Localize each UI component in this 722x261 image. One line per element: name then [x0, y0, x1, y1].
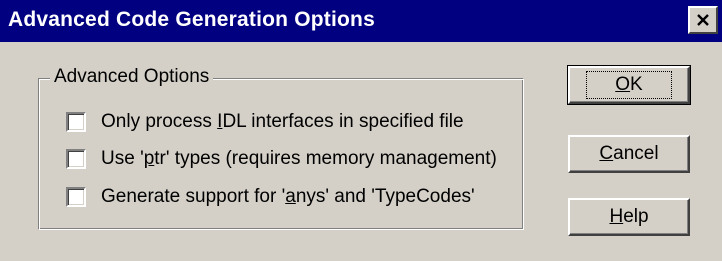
ok-button-label: OK	[586, 71, 672, 99]
cancel-button-label: Cancel	[599, 143, 659, 164]
checkbox-generate-anys-typecodes[interactable]	[66, 187, 86, 207]
cancel-button[interactable]: Cancel	[568, 135, 690, 173]
advanced-options-dialog: Advanced Code Generation Options Advance…	[0, 0, 722, 261]
help-button-label: Help	[609, 206, 649, 227]
option-label: Generate support for 'anys' and 'TypeCod…	[101, 186, 475, 207]
window-title: Advanced Code Generation Options	[8, 8, 375, 31]
option-generate-anys-typecodes[interactable]: Generate support for 'anys' and 'TypeCod…	[66, 184, 475, 210]
close-icon	[697, 14, 709, 26]
checkbox-only-process-idl[interactable]	[66, 112, 86, 132]
option-label: Use 'ptr' types (requires memory managem…	[101, 148, 497, 169]
title-bar[interactable]: Advanced Code Generation Options	[0, 0, 722, 42]
group-legend: Advanced Options	[50, 66, 214, 88]
option-label: Only process IDL interfaces in specified…	[101, 111, 464, 132]
ok-button[interactable]: OK	[567, 65, 691, 105]
close-button[interactable]	[688, 6, 718, 34]
option-use-ptr-types[interactable]: Use 'ptr' types (requires memory managem…	[66, 146, 497, 172]
option-only-process-idl[interactable]: Only process IDL interfaces in specified…	[66, 109, 464, 135]
help-button[interactable]: Help	[568, 198, 690, 236]
checkbox-use-ptr-types[interactable]	[66, 149, 86, 169]
